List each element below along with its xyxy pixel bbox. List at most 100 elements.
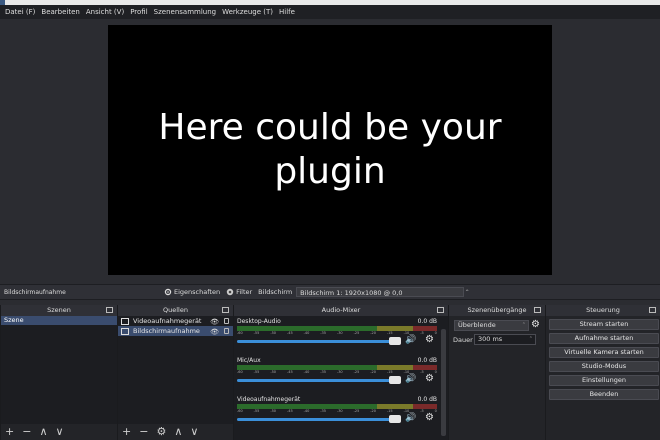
scene-item[interactable]: Szene (1, 316, 117, 325)
gear-icon (164, 288, 172, 296)
controls-header: Steuerung (546, 305, 660, 316)
menu-edit[interactable]: Bearbeiten (41, 8, 79, 16)
undock-icon[interactable] (437, 307, 444, 313)
mixer-title: Audio-Mixer (321, 306, 361, 314)
display-value: Bildschirm 1: 1920x1080 @ 0,0 (300, 289, 403, 297)
mixer-channel-video-capture: Videoaufnahmegerät 0.0 dB -60 -55 -50 -45 -4… (237, 396, 437, 434)
volume-slider[interactable] (237, 418, 397, 421)
channel-name: Videoaufnahmegerät (237, 396, 301, 403)
source-toolbar: Bildschirmaufnahme Eigenschaften Filter … (0, 284, 660, 300)
move-scene-down-button[interactable]: ∨ (56, 425, 64, 439)
gear-icon[interactable]: ⚙ (425, 373, 434, 384)
sources-dock: Quellen Videoaufnahmegerät 👁 Bildschirma… (117, 305, 233, 440)
sources-title: Quellen (163, 306, 188, 314)
start-streaming-button[interactable]: Stream starten (549, 319, 659, 330)
preview-text: Here could be your plugin (158, 107, 502, 192)
monitor-icon (121, 327, 129, 335)
menu-file[interactable]: Datei (F) (5, 8, 35, 16)
move-source-up-button[interactable]: ∧ (174, 425, 182, 439)
move-scene-up-button[interactable]: ∧ (39, 425, 47, 439)
selected-source-label: Bildschirmaufnahme (4, 288, 66, 296)
channel-db: 0.0 dB (417, 318, 437, 325)
preview-canvas[interactable]: Here could be your plugin (108, 25, 552, 275)
start-recording-button[interactable]: Aufnahme starten (549, 333, 659, 344)
mixer-body: Desktop-Audio 0.0 dB -60 -55 -50 -45 -40 -35-… (234, 316, 448, 440)
transition-value: Überblende (458, 321, 496, 329)
undock-icon[interactable] (649, 307, 656, 313)
sources-list: Videoaufnahmegerät 👁 Bildschirmaufnahme … (118, 316, 233, 424)
settings-button[interactable]: Einstellungen (549, 375, 659, 386)
filters-button[interactable]: Filter (226, 288, 252, 296)
controls-title: Steuerung (586, 306, 620, 314)
transitions-header: Szenenübergänge (449, 305, 545, 316)
menu-view[interactable]: Ansicht (V) (86, 8, 124, 16)
lock-icon[interactable] (224, 328, 229, 334)
channel-db: 0.0 dB (417, 357, 437, 364)
properties-button[interactable]: Eigenschaften (164, 288, 220, 296)
select-arrows-icon: ⌃ (521, 322, 526, 328)
display-select[interactable]: Bildschirm 1: 1920x1080 @ 0,0 ⌃ (296, 287, 470, 297)
channel-db: 0.0 dB (417, 396, 437, 403)
volume-slider[interactable] (237, 340, 397, 343)
source-label: Videoaufnahmegerät (133, 317, 202, 325)
spinner-arrows-icon[interactable]: ⌃ (529, 335, 533, 344)
transitions-title: Szenenübergänge (467, 306, 527, 314)
channel-name: Mic/Aux (237, 357, 261, 364)
duration-label: Dauer (453, 336, 473, 344)
add-scene-button[interactable]: + (5, 425, 14, 439)
remove-source-button[interactable]: − (139, 425, 148, 439)
audio-mixer-dock: Audio-Mixer Desktop-Audio 0.0 dB -60 -55-… (233, 305, 448, 440)
channel-name: Desktop-Audio (237, 318, 281, 325)
menu-profile[interactable]: Profil (130, 8, 147, 16)
mixer-header: Audio-Mixer (234, 305, 448, 316)
menu-scene-collection[interactable]: Szenensammlung (154, 8, 216, 16)
display-label: Bildschirm (258, 288, 293, 296)
source-label: Bildschirmaufnahme (133, 327, 200, 335)
duration-value: 300 ms (478, 335, 503, 343)
undock-icon[interactable] (534, 307, 541, 313)
exit-button[interactable]: Beenden (549, 389, 659, 400)
speaker-icon[interactable]: 🔊 (405, 413, 416, 423)
duration-input[interactable]: 300 ms ⌃ (474, 334, 536, 345)
sources-header: Quellen (118, 305, 233, 316)
select-arrows-icon: ⌃ (464, 289, 470, 296)
volume-slider-handle[interactable] (389, 376, 401, 384)
speaker-icon[interactable]: 🔊 (405, 374, 416, 384)
menu-help[interactable]: Hilfe (279, 8, 295, 16)
visibility-icon[interactable]: 👁 (210, 327, 219, 337)
scenes-header: Szenen (1, 305, 117, 316)
mixer-channel-mic-aux: Mic/Aux 0.0 dB -60 -55 -50 -45 -40 -35 -30 -25-… (237, 357, 437, 395)
transition-select[interactable]: Überblende ⌃ (454, 320, 529, 331)
source-properties-button[interactable]: ⚙ (156, 425, 166, 439)
mixer-channel-desktop-audio: Desktop-Audio 0.0 dB -60 -55 -50 -45 -40 -35-… (237, 318, 437, 356)
lock-icon[interactable] (224, 318, 229, 324)
speaker-icon[interactable]: 🔊 (405, 335, 416, 345)
volume-slider-handle[interactable] (389, 337, 401, 345)
add-source-button[interactable]: + (122, 425, 131, 439)
source-item-screen-capture[interactable]: Bildschirmaufnahme 👁 (118, 326, 233, 336)
filters-label: Filter (236, 288, 253, 296)
move-source-down-button[interactable]: ∨ (190, 425, 198, 439)
volume-slider[interactable] (237, 379, 397, 382)
scenes-title: Szenen (47, 306, 71, 314)
filter-icon (226, 288, 234, 296)
studio-mode-button[interactable]: Studio-Modus (549, 361, 659, 372)
start-virtual-camera-button[interactable]: Virtuelle Kamera starten (549, 347, 659, 358)
undock-icon[interactable] (222, 307, 229, 313)
gear-icon[interactable]: ⚙ (425, 334, 434, 345)
controls-dock: Steuerung Stream starten Aufnahme starte… (545, 305, 660, 440)
sources-footer: + − ⚙ ∧ ∨ (118, 424, 233, 440)
gear-icon[interactable]: ⚙ (425, 412, 434, 423)
properties-label: Eigenschaften (174, 288, 221, 296)
mixer-scrollbar[interactable] (441, 329, 446, 436)
remove-scene-button[interactable]: − (22, 425, 31, 439)
menu-bar: Datei (F) Bearbeiten Ansicht (V) Profil … (0, 5, 660, 19)
scenes-dock: Szenen Szene + − ∧ ∨ (0, 305, 117, 440)
scenes-footer: + − ∧ ∨ (1, 424, 117, 440)
source-item-video-capture[interactable]: Videoaufnahmegerät 👁 (118, 316, 233, 326)
menu-tools[interactable]: Werkzeuge (T) (222, 8, 273, 16)
volume-slider-handle[interactable] (389, 415, 401, 423)
gear-icon[interactable]: ⚙ (531, 319, 540, 330)
undock-icon[interactable] (106, 307, 113, 313)
camera-icon (121, 317, 129, 325)
